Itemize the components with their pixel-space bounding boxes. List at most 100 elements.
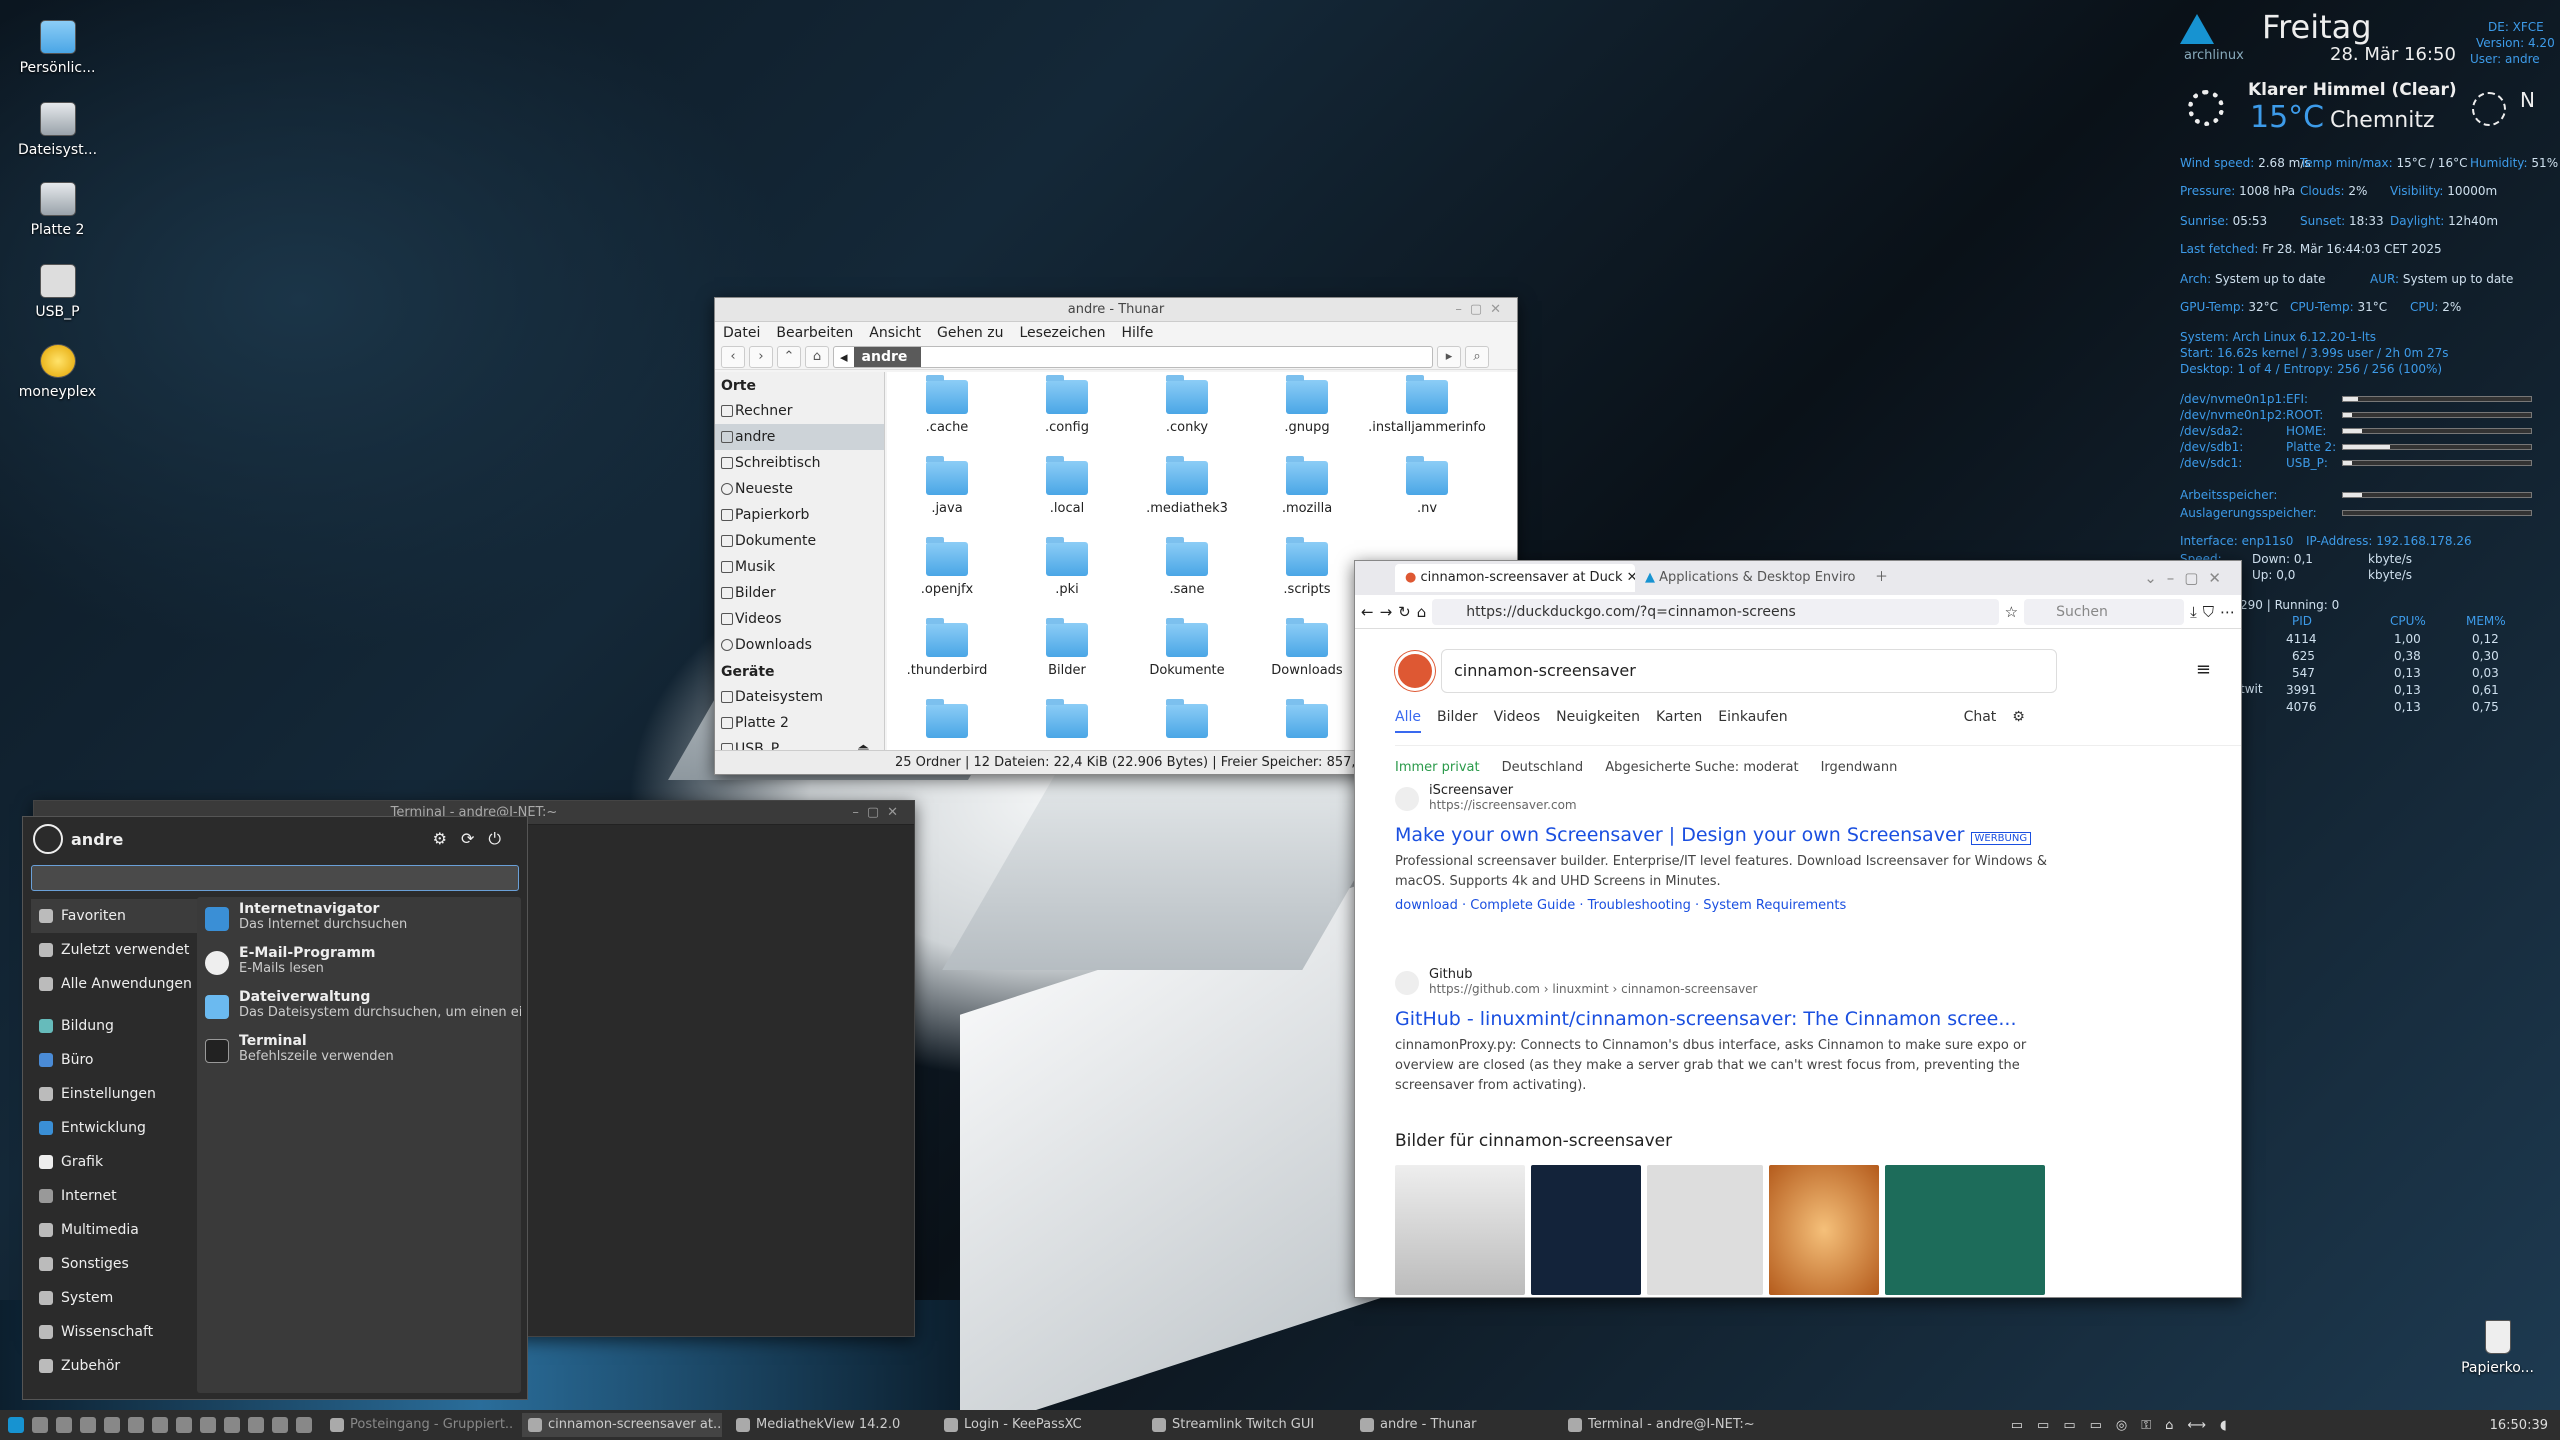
launcher-icon[interactable] <box>176 1417 192 1433</box>
desktop-icon-usb[interactable]: USB_P <box>10 264 105 320</box>
search-icon[interactable]: ⌕ <box>1465 345 1489 368</box>
category-entwicklung[interactable]: Entwicklung <box>31 1111 211 1145</box>
shield-icon[interactable]: ⛉ <box>2203 603 2214 621</box>
new-tab-button[interactable]: ＋ <box>1865 564 1898 592</box>
menu-launcher-icon[interactable] <box>8 1417 24 1433</box>
breadcrumb-andre[interactable]: andre <box>853 346 922 367</box>
folder-item[interactable]: .mediathek3 <box>1127 453 1247 516</box>
forward-icon[interactable]: → <box>1380 603 1393 621</box>
app-terminal[interactable]: Terminal Befehlszeile verwenden <box>197 1029 521 1073</box>
category-buero[interactable]: Büro <box>31 1043 211 1077</box>
desktop-icon-filesystem[interactable]: Dateisyst... <box>10 102 105 158</box>
settings-icon[interactable]: ⚙ <box>2012 709 2025 733</box>
session-buttons[interactable]: ⚙⟳⏻ <box>433 829 515 849</box>
folder-item[interactable]: .conky <box>1127 372 1247 435</box>
launcher-icon[interactable] <box>152 1417 168 1433</box>
sidebar-item-musik[interactable]: Musik <box>715 554 884 580</box>
tab-applications[interactable]: ▲ Applications & Desktop Enviro <box>1635 564 1865 592</box>
desktop-icon-moneyplex[interactable]: moneyplex <box>10 344 105 400</box>
category-bildung[interactable]: Bildung <box>31 1009 211 1043</box>
category-favoriten[interactable]: Favoriten <box>31 899 211 933</box>
task-mediathek[interactable]: MediathekView 14.2.0 <box>730 1413 930 1437</box>
menu-lesezeichen[interactable]: Lesezeichen <box>1019 325 1105 341</box>
launcher-icon[interactable] <box>80 1417 96 1433</box>
menu-ansicht[interactable]: Ansicht <box>869 325 921 341</box>
launcher-icon[interactable] <box>200 1417 216 1433</box>
folder-item[interactable]: .pki <box>1007 534 1127 597</box>
panel-clock[interactable]: 16:50:39 <box>2490 1418 2548 1433</box>
category-recent[interactable]: Zuletzt verwendet <box>31 933 211 967</box>
desktop-icon-trash[interactable]: Papierko... <box>2450 1320 2545 1376</box>
folder-item[interactable] <box>1127 696 1247 744</box>
tab-bilder[interactable]: Bilder <box>1437 709 1478 733</box>
reload-icon[interactable]: ↻ <box>1398 603 1411 621</box>
launcher-icon[interactable] <box>128 1417 144 1433</box>
task-terminal[interactable]: Terminal - andre@I-NET:~ <box>1562 1413 1762 1437</box>
category-einstellungen[interactable]: Einstellungen <box>31 1077 211 1111</box>
tab-neuigkeiten[interactable]: Neuigkeiten <box>1556 709 1640 733</box>
task-firefox[interactable]: cinnamon-screensaver at... <box>522 1413 722 1437</box>
filter-privat[interactable]: Immer privat <box>1395 760 1480 775</box>
search-input[interactable]: Suchen <box>2024 598 2185 625</box>
chat-button[interactable]: Chat <box>1964 709 1997 733</box>
folder-item[interactable] <box>1247 696 1367 744</box>
app-internetnavigator[interactable]: Internetnavigator Das Internet durchsuche… <box>197 897 521 941</box>
menu-gehen-zu[interactable]: Gehen zu <box>937 325 1004 341</box>
tab-karten[interactable]: Karten <box>1656 709 1702 733</box>
menu-datei[interactable]: Datei <box>723 325 760 341</box>
folder-item[interactable] <box>887 696 1007 744</box>
sidebar-item-dokumente[interactable]: Dokumente <box>715 528 884 554</box>
launcher-icon[interactable] <box>224 1417 240 1433</box>
folder-item[interactable]: Bilder <box>1007 615 1127 678</box>
task-thunar[interactable]: andre - Thunar <box>1354 1413 1554 1437</box>
image-thumb[interactable] <box>1395 1165 1525 1295</box>
category-multimedia[interactable]: Multimedia <box>31 1213 211 1247</box>
category-internet[interactable]: Internet <box>31 1179 211 1213</box>
up-icon[interactable]: ⌃ <box>777 345 801 368</box>
chevron-right-icon[interactable]: ▸ <box>1437 345 1461 368</box>
launcher-icon[interactable] <box>296 1417 312 1433</box>
folder-item[interactable]: .installjammerinfo <box>1357 372 1497 435</box>
folder-item[interactable]: Downloads <box>1247 615 1367 678</box>
folder-item[interactable]: .openjfx <box>887 534 1007 597</box>
folder-item[interactable]: Dokumente <box>1127 615 1247 678</box>
launcher-icon[interactable] <box>56 1417 72 1433</box>
category-sonstiges[interactable]: Sonstiges <box>31 1247 211 1281</box>
downloads-icon[interactable]: ⤓ <box>2190 603 2197 621</box>
image-thumb[interactable] <box>1885 1165 2045 1295</box>
sidebar-item-platte2[interactable]: Platte 2 <box>715 710 884 736</box>
category-grafik[interactable]: Grafik <box>31 1145 211 1179</box>
back-icon[interactable]: ← <box>1361 603 1374 621</box>
menu-bearbeiten[interactable]: Bearbeiten <box>776 325 853 341</box>
query-input[interactable]: cinnamon-screensaver <box>1441 649 2057 693</box>
folder-item[interactable]: .local <box>1007 453 1127 516</box>
tab-einkaufen[interactable]: Einkaufen <box>1718 709 1787 733</box>
window-controls[interactable]: –▢✕ <box>1455 298 1509 322</box>
chevron-left-icon[interactable]: ◂ <box>834 348 854 366</box>
folder-item[interactable]: .config <box>1007 372 1127 435</box>
filter-safesearch[interactable]: Abgesicherte Suche: moderat <box>1605 760 1798 775</box>
category-zubehoer[interactable]: Zubehör <box>31 1349 211 1383</box>
folder-item[interactable]: .thunderbird <box>887 615 1007 678</box>
result-title-link[interactable]: Make your own Screensaver | Design your … <box>1395 824 2055 846</box>
folder-item[interactable]: .scripts <box>1247 534 1367 597</box>
home-icon[interactable]: ⌂ <box>1417 603 1427 621</box>
sidebar-item-videos[interactable]: Videos <box>715 606 884 632</box>
menu-hilfe[interactable]: Hilfe <box>1121 325 1153 341</box>
forward-icon[interactable]: › <box>749 345 773 368</box>
tab-duckduckgo[interactable]: ● cinnamon-screensaver at Duck ✕ <box>1395 564 1635 592</box>
image-thumb[interactable] <box>1769 1165 1879 1295</box>
sidebar-item-andre[interactable]: andre <box>715 424 884 450</box>
launcher-icon[interactable] <box>248 1417 264 1433</box>
menu-icon[interactable]: ⋯ <box>2220 603 2235 621</box>
back-icon[interactable]: ‹ <box>721 345 745 368</box>
window-controls[interactable]: –▢✕ <box>852 801 906 825</box>
category-all[interactable]: Alle Anwendungen <box>31 967 211 1001</box>
app-search-input[interactable] <box>31 865 519 891</box>
image-thumb[interactable] <box>1647 1165 1763 1295</box>
tab-videos[interactable]: Videos <box>1494 709 1541 733</box>
folder-item[interactable]: .mozilla <box>1247 453 1367 516</box>
url-bar[interactable]: https://duckduckgo.com/?q=cinnamon-scree… <box>1432 598 1999 625</box>
tab-alle[interactable]: Alle <box>1395 709 1421 733</box>
filter-region[interactable]: Deutschland <box>1502 760 1584 775</box>
